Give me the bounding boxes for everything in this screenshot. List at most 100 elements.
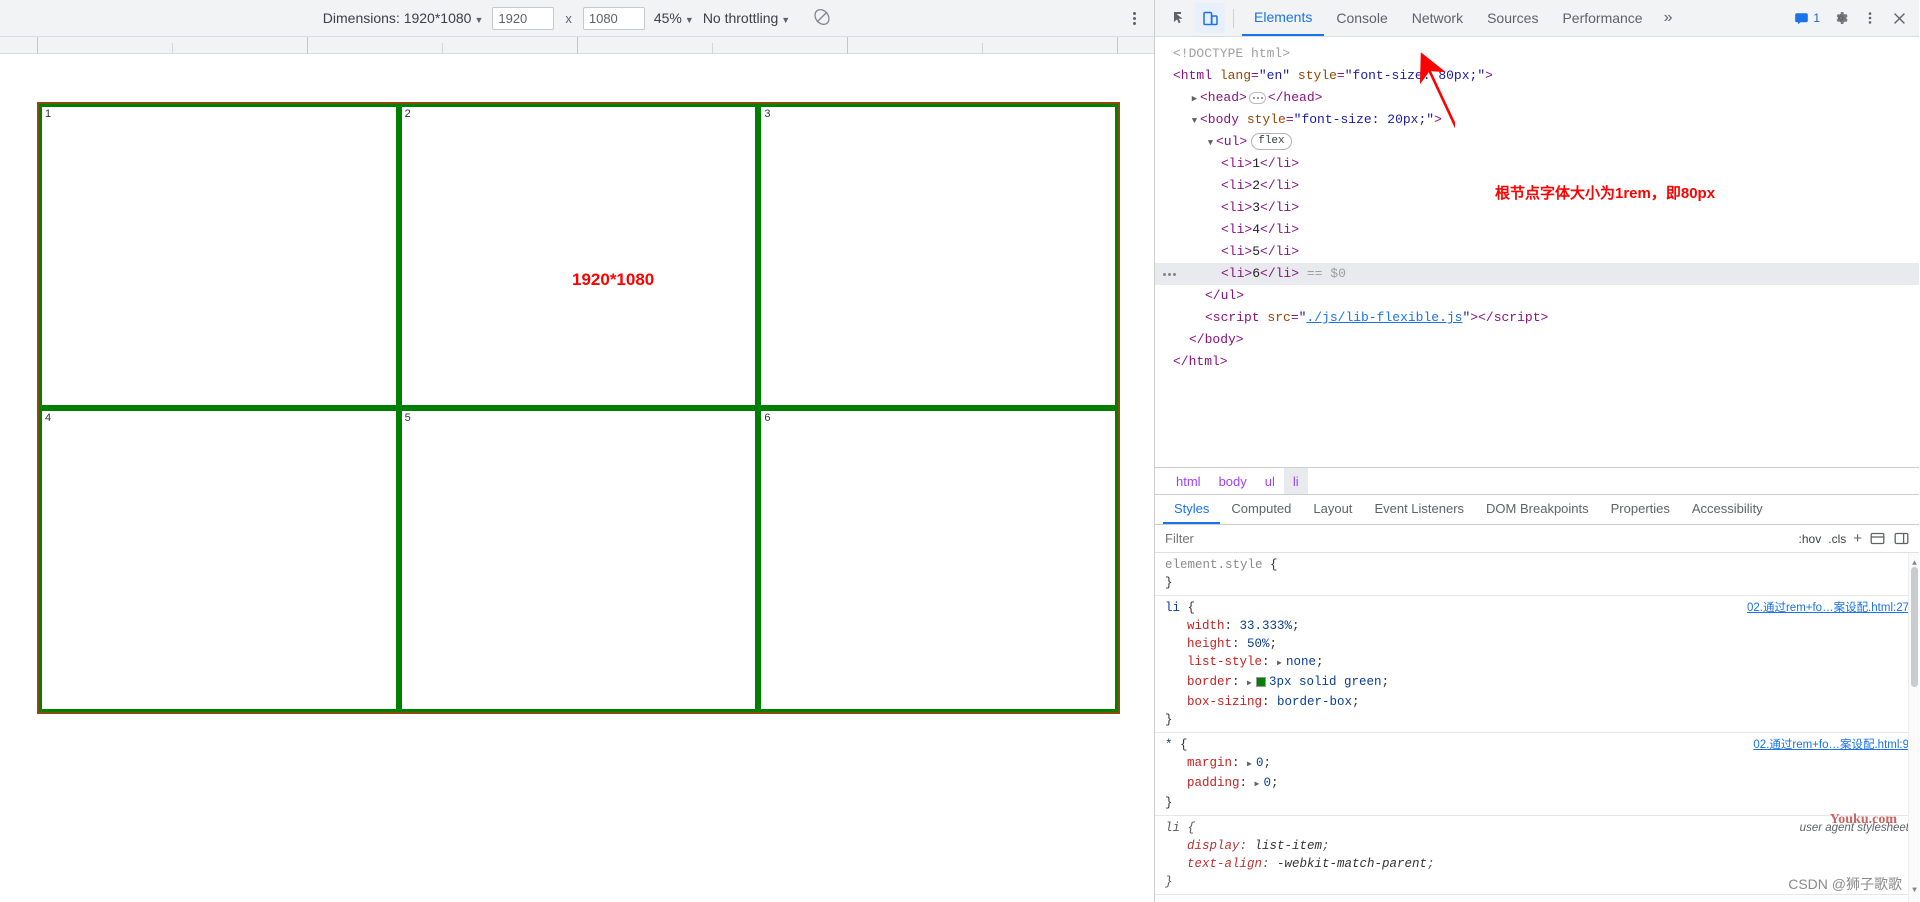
inspect-element-button[interactable]: [1165, 3, 1195, 33]
devtools-menu-button[interactable]: [1857, 5, 1883, 31]
more-tabs-button[interactable]: »: [1655, 9, 1682, 27]
expand-twisty-icon[interactable]: ▶: [1189, 88, 1200, 110]
breadcrumb-item-html[interactable]: html: [1167, 468, 1210, 495]
css-declaration[interactable]: list-style: ▶ none;: [1165, 653, 1919, 673]
css-declaration[interactable]: width: 33.333%;: [1165, 617, 1919, 635]
css-declaration[interactable]: margin: ▶ 0;: [1165, 754, 1919, 774]
flex-item-li[interactable]: 5: [398, 408, 759, 712]
styles-tab-layout[interactable]: Layout: [1302, 494, 1363, 524]
css-rule[interactable]: li {width: 33.333%; height: 50%; list-styl…: [1155, 596, 1919, 733]
flex-item-number: 1: [45, 108, 52, 120]
css-selector[interactable]: li: [1165, 821, 1180, 835]
script-src-link[interactable]: ./js/lib-flexible.js: [1306, 310, 1462, 325]
zoom-dropdown[interactable]: 45% ▼: [654, 10, 694, 26]
css-rules-list[interactable]: element.style {} li {width: 33.333%; heigh…: [1155, 553, 1919, 902]
issues-button[interactable]: 1: [1789, 9, 1825, 28]
styles-scrollbar[interactable]: ▲ ▼: [1908, 553, 1919, 902]
breadcrumb-item-ul[interactable]: ul: [1256, 468, 1284, 495]
tab-performance[interactable]: Performance: [1550, 0, 1654, 36]
styles-tab-properties[interactable]: Properties: [1600, 494, 1681, 524]
scrollbar-thumb[interactable]: [1911, 567, 1918, 687]
dom-row-menu-icon[interactable]: [1163, 263, 1176, 285]
breadcrumb-item-body[interactable]: body: [1210, 468, 1256, 495]
throttling-dropdown[interactable]: No throttling ▼: [703, 10, 790, 26]
collapsed-children-icon[interactable]: [1248, 91, 1266, 104]
dom-tree-row[interactable]: ▼ <ul> flex: [1155, 131, 1919, 153]
rotate-icon[interactable]: [813, 8, 831, 29]
close-devtools-button[interactable]: [1886, 5, 1912, 31]
styles-tab-accessibility[interactable]: Accessibility: [1681, 494, 1774, 524]
flex-item-li[interactable]: 4: [39, 408, 399, 712]
expand-shorthand-icon[interactable]: ▶: [1255, 776, 1264, 794]
styles-tab-dom-breakpoints[interactable]: DOM Breakpoints: [1475, 494, 1600, 524]
dom-tree-row[interactable]: <li>6</li> == $0: [1155, 263, 1919, 285]
css-declaration[interactable]: padding: ▶ 0;: [1165, 774, 1919, 794]
cls-toggle-button[interactable]: .cls: [1828, 532, 1846, 546]
toggle-device-toolbar-button[interactable]: [1195, 3, 1225, 33]
css-value: border-box: [1277, 695, 1353, 709]
tab-sources[interactable]: Sources: [1475, 0, 1550, 36]
viewport-height-input[interactable]: [582, 6, 645, 30]
hov-toggle-button[interactable]: :hov: [1799, 532, 1822, 546]
tab-elements[interactable]: Elements: [1242, 0, 1325, 36]
zoom-value: 45%: [653, 10, 682, 26]
css-rule-source-link[interactable]: 02.通过rem+fo…案设配.html:27: [1747, 599, 1909, 617]
toggle-sidebar-icon[interactable]: [1893, 530, 1910, 547]
css-selector[interactable]: li: [1165, 601, 1180, 615]
flex-item-li[interactable]: 2: [398, 104, 759, 408]
css-declaration[interactable]: box-sizing: border-box;: [1165, 693, 1919, 711]
flex-item-li[interactable]: 1: [39, 104, 399, 408]
styles-tab-styles[interactable]: Styles: [1163, 494, 1221, 524]
css-declaration[interactable]: display: list-item;: [1165, 837, 1919, 855]
dimensions-dropdown[interactable]: Dimensions: 1920*1080 ▼: [323, 10, 484, 26]
flex-item-li[interactable]: 6: [758, 408, 1118, 712]
css-rule[interactable]: * {margin: ▶ 0; padding: ▶ 0;} 02.通过rem+fo…案…: [1155, 733, 1919, 816]
expand-shorthand-icon[interactable]: ▶: [1247, 756, 1256, 774]
kebab-menu-icon: [1132, 21, 1136, 26]
color-swatch[interactable]: [1256, 676, 1267, 687]
collapse-twisty-icon[interactable]: ▼: [1205, 132, 1216, 154]
tab-console[interactable]: Console: [1324, 0, 1399, 36]
expand-shorthand-icon[interactable]: ▶: [1277, 655, 1286, 673]
styles-tab-computed[interactable]: Computed: [1220, 494, 1302, 524]
expand-shorthand-icon[interactable]: ▶: [1247, 675, 1256, 693]
flex-badge[interactable]: flex: [1251, 133, 1292, 151]
dom-tree[interactable]: <!DOCTYPE html> <html lang="en" style="fo…: [1155, 37, 1919, 467]
styles-tab-event-listeners[interactable]: Event Listeners: [1363, 494, 1475, 524]
dom-tree-row[interactable]: <!DOCTYPE html>: [1155, 43, 1919, 65]
css-declaration[interactable]: text-align: -webkit-match-parent;: [1165, 855, 1919, 873]
flex-item-li[interactable]: 3: [758, 104, 1118, 408]
collapse-twisty-icon[interactable]: ▼: [1189, 110, 1200, 132]
dom-tree-row[interactable]: ▼ <body style="font-size: 20px;">: [1155, 109, 1919, 131]
styles-pane-tabs[interactable]: Styles Computed Layout Event Listeners DOM B…: [1155, 494, 1919, 525]
css-selector[interactable]: element.style: [1165, 558, 1263, 572]
css-selector[interactable]: *: [1165, 738, 1173, 752]
dom-tree-row[interactable]: </ul>: [1155, 285, 1919, 307]
settings-button[interactable]: [1828, 5, 1854, 31]
dom-tree-row[interactable]: <li>4</li>: [1155, 219, 1919, 241]
css-rule-source-link[interactable]: 02.通过rem+fo…案设配.html:9: [1753, 736, 1909, 754]
device-more-options-button[interactable]: [1132, 0, 1136, 37]
css-declaration[interactable]: border: ▶ 3px solid green;: [1165, 673, 1919, 693]
dom-breadcrumb[interactable]: html body ul li: [1155, 467, 1919, 495]
device-toolbar: Dimensions: 1920*1080▼ x 45%▼ No throttl…: [0, 0, 1154, 37]
new-style-rule-button[interactable]: +: [1853, 530, 1862, 547]
dom-tree-row[interactable]: <html lang="en" style="font-size: 80px;"…: [1155, 65, 1919, 87]
css-declaration[interactable]: height: 50%;: [1165, 635, 1919, 653]
styles-filter-input[interactable]: [1165, 531, 1799, 546]
doctype-node: <!DOCTYPE html>: [1173, 46, 1291, 61]
computed-sidebar-toggle-icon[interactable]: [1869, 530, 1886, 547]
dom-tree-row[interactable]: </html>: [1155, 351, 1919, 373]
dom-tree-row[interactable]: <script src="./js/lib-flexible.js"></scr…: [1155, 307, 1919, 329]
scroll-down-arrow[interactable]: ▼: [1910, 882, 1919, 900]
emulated-page-frame: 1 2 3 4 5 6: [37, 102, 1120, 714]
dom-tree-row[interactable]: <li>1</li>: [1155, 153, 1919, 175]
viewport-width-input[interactable]: [492, 6, 555, 30]
dom-tree-row[interactable]: </body>: [1155, 329, 1919, 351]
tab-label: Elements: [1254, 9, 1313, 25]
breadcrumb-item-li[interactable]: li: [1283, 467, 1308, 495]
css-rule[interactable]: element.style {}: [1155, 553, 1919, 596]
dom-tree-row[interactable]: ▶ <head> </head>: [1155, 87, 1919, 109]
dom-tree-row[interactable]: <li>5</li>: [1155, 241, 1919, 263]
tab-network[interactable]: Network: [1400, 0, 1475, 36]
